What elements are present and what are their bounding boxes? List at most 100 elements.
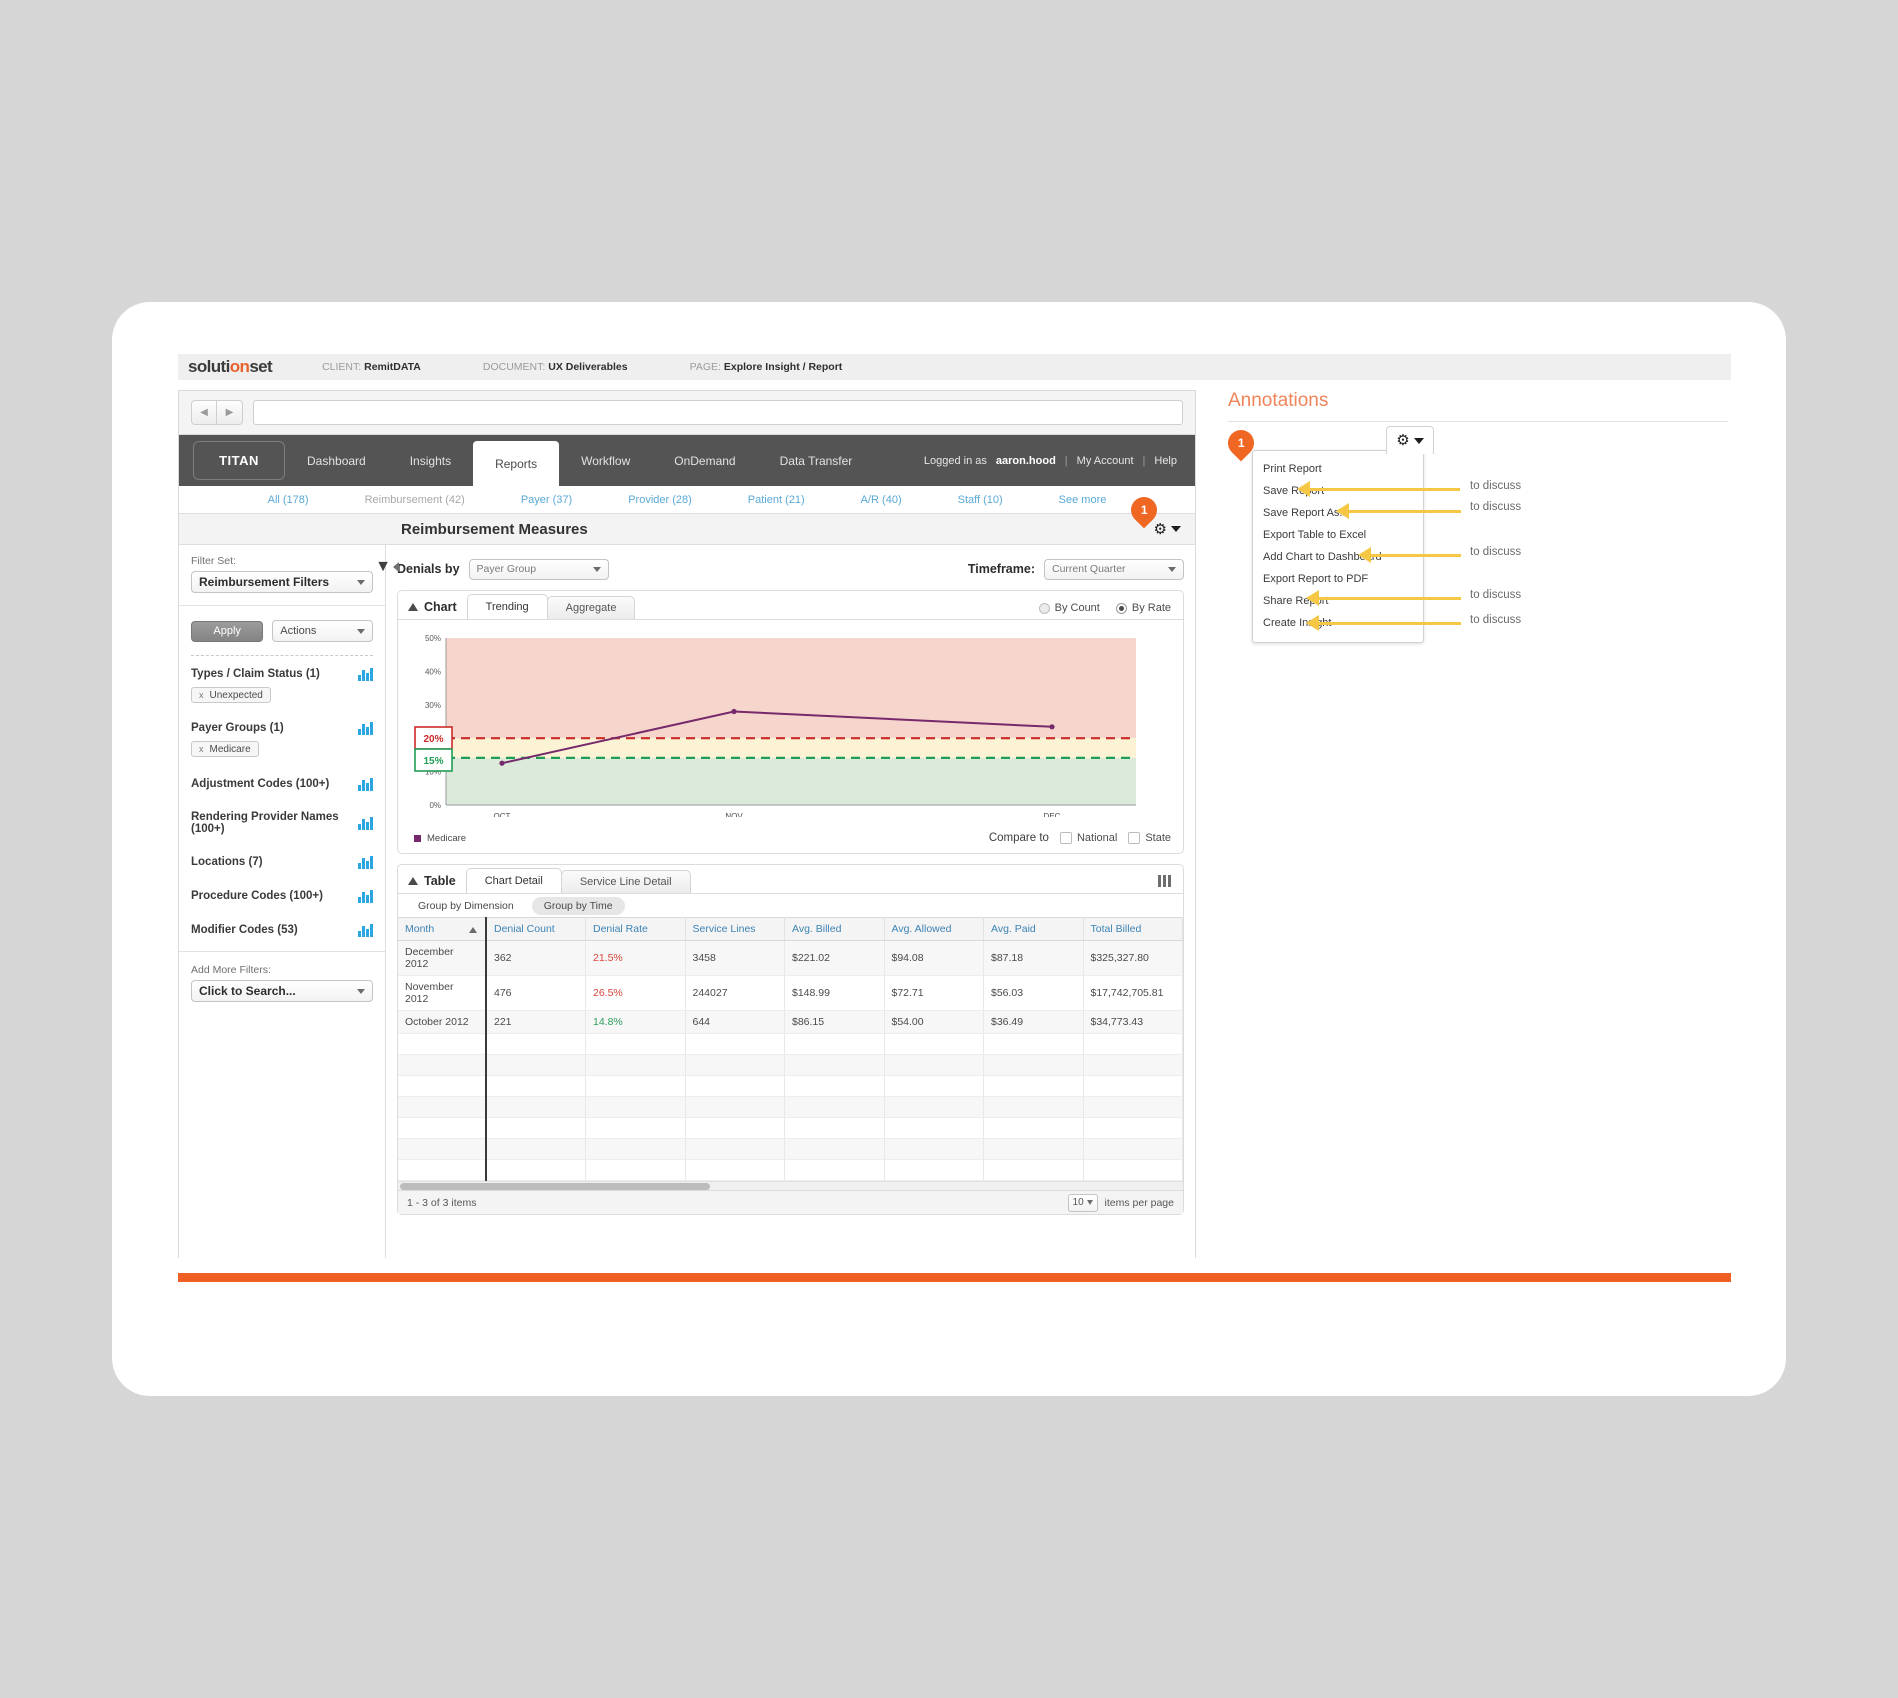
gear-icon[interactable]: ⚙ [1154, 522, 1167, 537]
chevron-down-icon[interactable] [1413, 437, 1424, 444]
tab-service-line-detail[interactable]: Service Line Detail [560, 870, 691, 893]
collapse-triangle-icon[interactable] [408, 877, 418, 885]
subnav-item-reimbursement[interactable]: Reimbursement (42) [337, 494, 493, 506]
filter-group-label[interactable]: Modifier Codes (53) [191, 924, 298, 936]
denials-by-select[interactable]: Payer Group [468, 558, 609, 580]
actions-select[interactable]: Actions [272, 620, 373, 642]
callout-arrowhead [1336, 503, 1349, 519]
column-header-denial-count[interactable]: Denial Count [486, 917, 586, 941]
column-header-avg-paid[interactable]: Avg. Paid [983, 917, 1084, 941]
chevron-down-icon[interactable] [1171, 526, 1181, 532]
column-header-month[interactable]: Month [398, 917, 487, 941]
add-more-filters-select[interactable]: Click to Search... [191, 980, 373, 1002]
radio-by-rate[interactable]: By Rate [1115, 602, 1171, 614]
bar-chart-icon[interactable] [358, 777, 373, 791]
legend-swatch-icon [414, 834, 421, 842]
nav-tab-data-transfer[interactable]: Data Transfer [758, 435, 875, 486]
filter-chip[interactable]: x Unexpected [191, 687, 271, 703]
menu-item-share-report[interactable]: Share Report [1253, 590, 1423, 612]
radio-by-count[interactable]: By Count [1038, 602, 1100, 614]
brand-titan[interactable]: TITAN [193, 441, 285, 480]
report-actions-menu[interactable]: ⚙ [1154, 522, 1181, 537]
subnav-item-payer[interactable]: Payer (37) [493, 494, 600, 506]
column-chooser-icon[interactable] [1158, 875, 1171, 887]
tab-chart-detail[interactable]: Chart Detail [465, 868, 562, 893]
remove-icon[interactable]: x [199, 744, 204, 754]
menu-item-export-table-to-excel[interactable]: Export Table to Excel [1253, 524, 1423, 546]
bar-chart-icon[interactable] [358, 721, 373, 735]
back-icon[interactable]: ◀ [191, 400, 217, 425]
checkbox-state[interactable]: State [1128, 832, 1171, 844]
apply-button[interactable]: Apply [191, 620, 264, 642]
checkbox-icon[interactable] [1128, 832, 1141, 844]
filter-group-label[interactable]: Payer Groups (1) [191, 722, 284, 734]
bar-chart-icon[interactable] [358, 923, 373, 937]
help-link[interactable]: Help [1154, 455, 1177, 467]
filter-chip[interactable]: x Medicare [191, 741, 259, 757]
column-header-avg-allowed[interactable]: Avg. Allowed [884, 917, 984, 941]
menu-item-print-report[interactable]: Print Report [1253, 458, 1423, 480]
checkbox-national[interactable]: National [1059, 832, 1117, 844]
bar-chart-icon[interactable] [358, 855, 373, 869]
horizontal-scrollbar[interactable] [398, 1181, 1183, 1190]
filter-group-label[interactable]: Adjustment Codes (100+) [191, 778, 329, 790]
tab-trending[interactable]: Trending [466, 594, 548, 619]
filter-panel-toggle[interactable]: ▼ [375, 559, 399, 575]
bar-chart-icon[interactable] [358, 667, 373, 681]
nav-tab-insights[interactable]: Insights [388, 435, 473, 486]
timeframe-select[interactable]: Current Quarter [1044, 558, 1184, 580]
filter-set-select[interactable]: Reimbursement Filters [191, 571, 373, 593]
remove-icon[interactable]: x [199, 690, 204, 700]
cell-avg-paid: $56.03 [983, 975, 1084, 1011]
column-header-avg-billed[interactable]: Avg. Billed [784, 917, 885, 941]
group-by-time-button[interactable]: Group by Time [531, 896, 625, 915]
filter-group-label[interactable]: Procedure Codes (100+) [191, 890, 323, 902]
filter-group-label[interactable]: Types / Claim Status (1) [191, 668, 320, 680]
menu-item-save-report[interactable]: Save Report [1253, 480, 1423, 502]
filter-group-procedure-codes: Procedure Codes (100+) [179, 869, 385, 903]
table-row[interactable]: October 2012 221 14.8% 644 $86.15 $54.00… [398, 1010, 1183, 1034]
funnel-icon[interactable]: ▼ [375, 559, 391, 575]
radio-dot-icon[interactable] [1038, 602, 1050, 614]
group-by-dimension-button[interactable]: Group by Dimension [406, 897, 526, 915]
filter-group-label[interactable]: Rendering Provider Names (100+) [191, 811, 358, 835]
checkbox-icon[interactable] [1059, 832, 1072, 844]
tab-aggregate[interactable]: Aggregate [546, 596, 636, 619]
bar-chart-icon[interactable] [358, 889, 373, 903]
chart-panel-title[interactable]: Chart [404, 600, 467, 619]
subnav-item-patient[interactable]: Patient (21) [720, 494, 833, 506]
collapse-triangle-icon[interactable] [408, 603, 418, 611]
column-header-total-billed[interactable]: Total Billed [1083, 917, 1183, 941]
subnav-item-ar[interactable]: A/R (40) [833, 494, 930, 506]
filter-group-modifier-codes: Modifier Codes (53) [179, 903, 385, 937]
column-header-denial-rate[interactable]: Denial Rate [585, 917, 686, 941]
table-panel-title[interactable]: Table [404, 874, 466, 893]
nav-tab-workflow[interactable]: Workflow [559, 435, 652, 486]
forward-icon[interactable]: ▶ [217, 400, 243, 425]
subnav-item-all[interactable]: All (178) [240, 494, 337, 506]
chevron-left-icon[interactable] [393, 562, 399, 572]
nav-tab-ondemand[interactable]: OnDemand [652, 435, 757, 486]
nav-tab-dashboard[interactable]: Dashboard [285, 435, 388, 486]
radio-dot-icon[interactable] [1115, 602, 1127, 614]
menu-item-export-report-to-pdf[interactable]: Export Report to PDF [1253, 568, 1423, 590]
scrollbar-thumb[interactable] [400, 1183, 710, 1190]
annotation-gear-card[interactable]: ⚙ [1386, 426, 1434, 454]
items-per-page-select[interactable]: 10 [1067, 1193, 1098, 1212]
my-account-link[interactable]: My Account [1077, 455, 1134, 467]
gear-icon[interactable]: ⚙ [1396, 433, 1409, 448]
filter-group-label[interactable]: Locations (7) [191, 856, 263, 868]
table-row[interactable]: December 2012 362 21.5% 3458 $221.02 $94… [398, 940, 1183, 976]
nav-tab-reports[interactable]: Reports [473, 441, 560, 486]
cell-denial-count: 362 [486, 940, 586, 976]
menu-item-add-chart-to-dashboard[interactable]: Add Chart to Dashboard [1253, 546, 1423, 568]
items-per-page-label: items per page [1104, 1196, 1174, 1209]
column-header-service-lines[interactable]: Service Lines [685, 917, 785, 941]
subnav-item-provider[interactable]: Provider (28) [600, 494, 720, 506]
table-row[interactable]: November 2012 476 26.5% 244027 $148.99 $… [398, 975, 1183, 1011]
trending-line-chart[interactable]: 50% 40% 30% 20% 10% 0% [410, 632, 1146, 821]
address-bar[interactable] [253, 400, 1183, 425]
subnav-item-see-more[interactable]: See more [1031, 494, 1135, 506]
bar-chart-icon[interactable] [358, 816, 373, 830]
subnav-item-staff[interactable]: Staff (10) [930, 494, 1031, 506]
